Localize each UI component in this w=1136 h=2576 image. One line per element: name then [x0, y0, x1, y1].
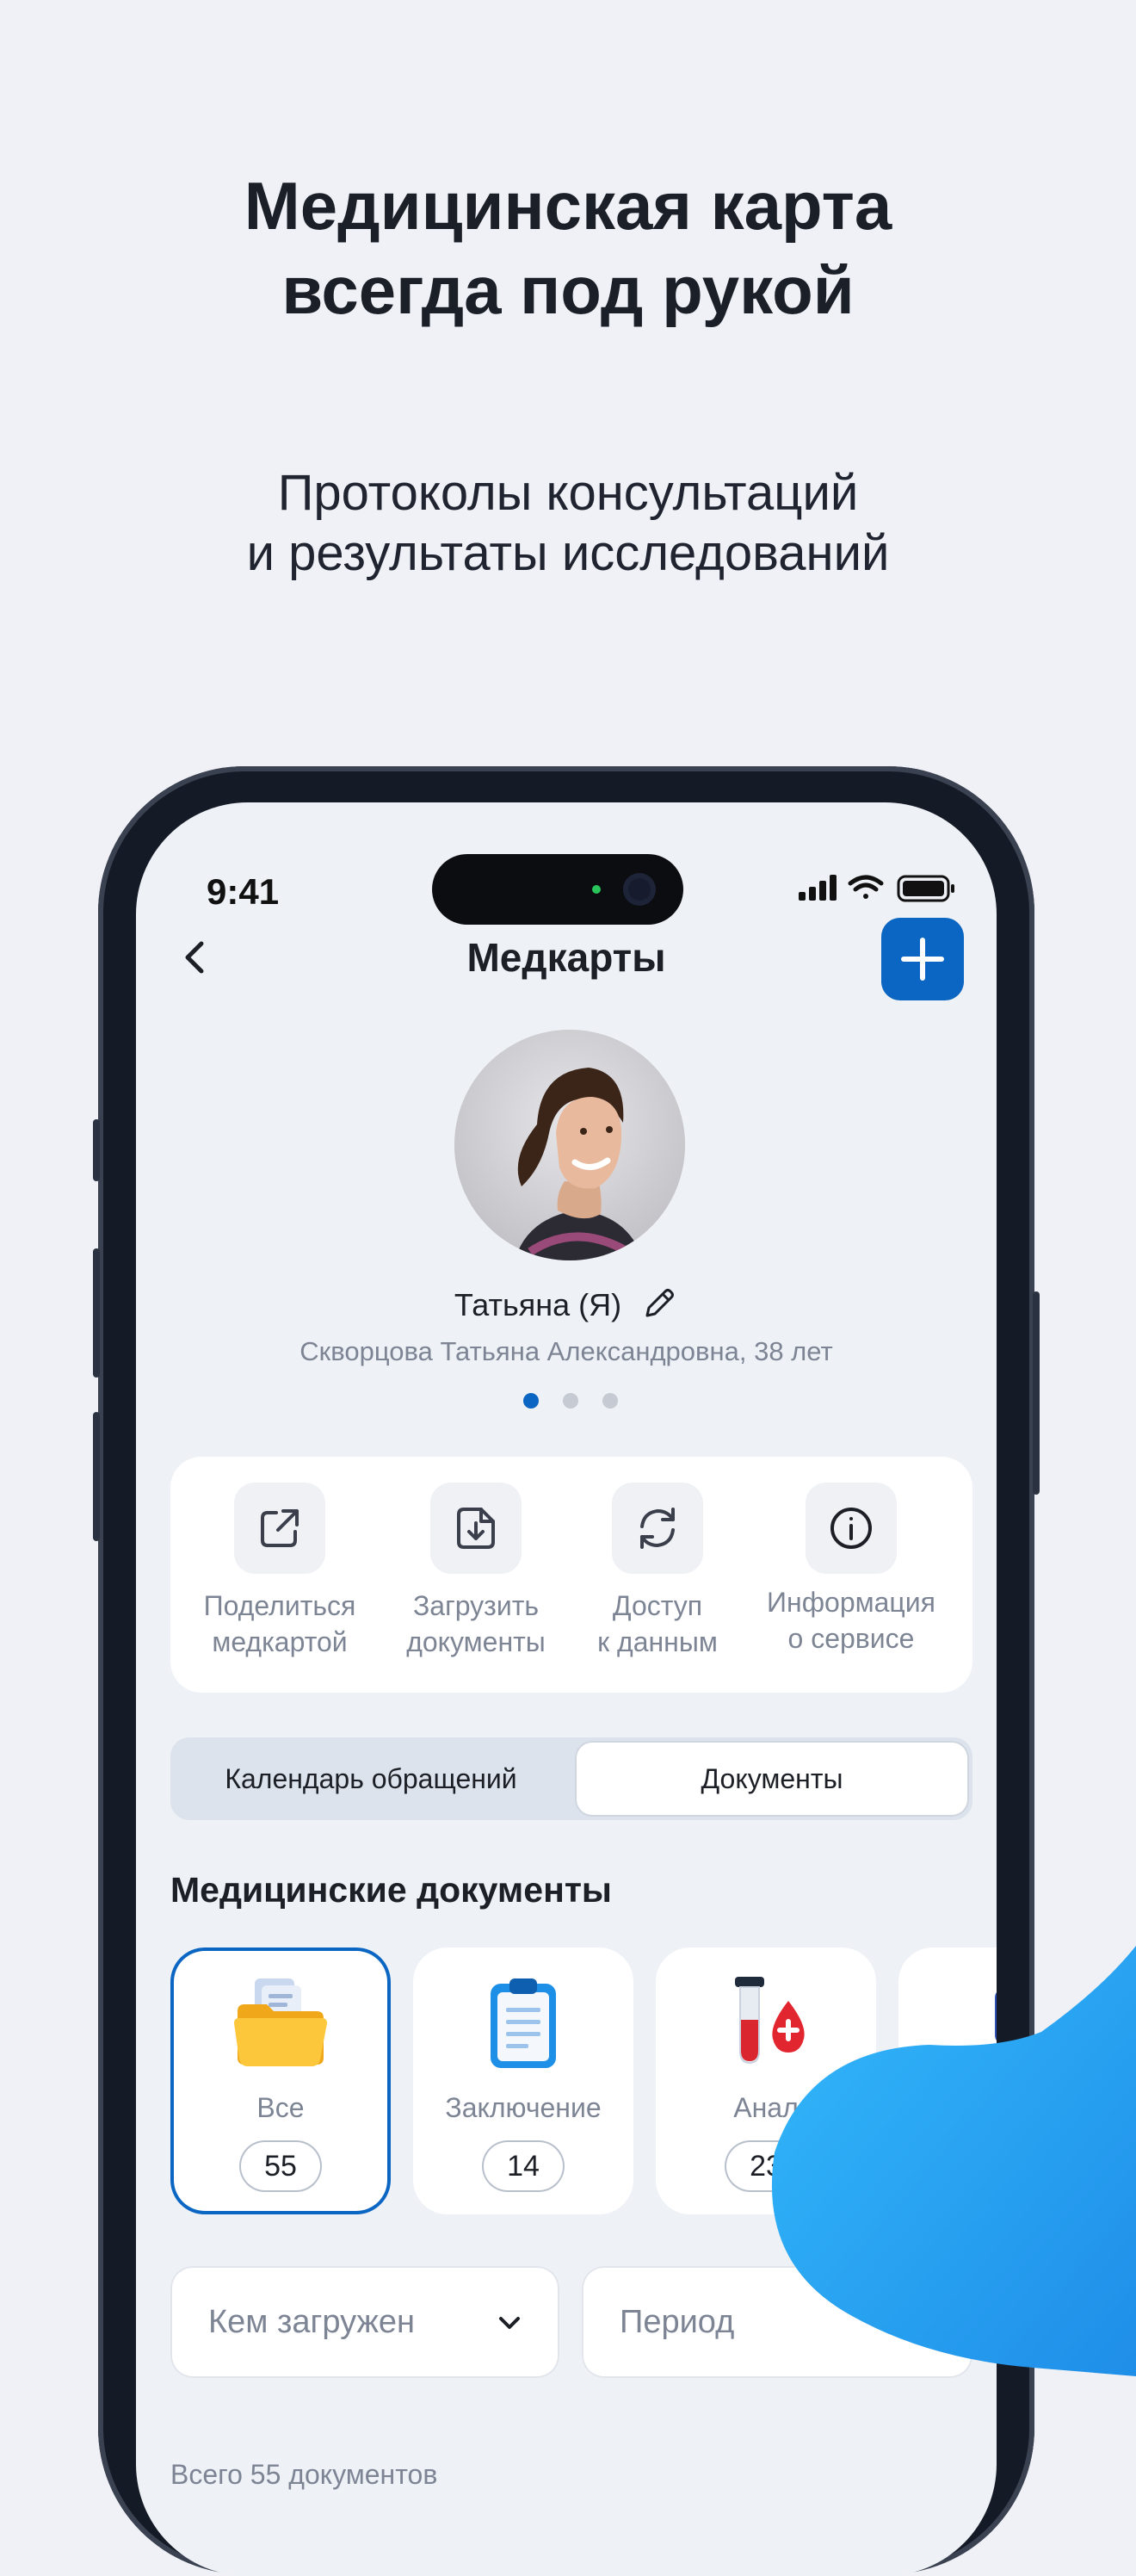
- share-icon: [234, 1483, 325, 1574]
- promo-headline-line-2: всегда под рукой: [281, 252, 855, 328]
- avatar-photo: [454, 1030, 685, 1260]
- upload-documents-action[interactable]: Загрузить документы: [377, 1483, 575, 1660]
- plus-icon: [901, 938, 944, 981]
- promo-subline-line-2: и результаты исследований: [246, 525, 890, 581]
- action-label-line: документы: [406, 1626, 546, 1657]
- service-info-label: Информация о сервисе: [752, 1584, 950, 1656]
- battery-icon: [897, 875, 954, 902]
- share-medcard-label: Поделиться медкартой: [181, 1588, 379, 1660]
- clipboard-icon: [491, 1978, 556, 2068]
- decorative-blob: [771, 1946, 1136, 2376]
- avatar[interactable]: [454, 1030, 685, 1260]
- share-medcard-action[interactable]: Поделиться медкартой: [181, 1483, 379, 1660]
- status-icons: [799, 875, 954, 902]
- documents-total: Всего 55 документов: [170, 2459, 438, 2490]
- action-label-line: Информация: [767, 1587, 935, 1618]
- status-time: 9:41: [207, 871, 280, 912]
- add-button[interactable]: [881, 918, 964, 1000]
- category-label: Все: [256, 2092, 305, 2123]
- data-access-label: Доступ к данным: [559, 1588, 756, 1660]
- page-dot[interactable]: [602, 1393, 618, 1409]
- section-title: Медицинские документы: [170, 1870, 612, 1910]
- promo-subline: Протоколы консультаций и результаты иссл…: [0, 463, 1136, 584]
- phone-volume-up-button: [93, 1248, 100, 1378]
- category-count: 55: [239, 2140, 322, 2192]
- promo-headline-line-1: Медицинская карта: [244, 168, 892, 244]
- action-label-line: Доступ: [612, 1590, 703, 1621]
- category-conclusion[interactable]: Заключение 14: [413, 1947, 633, 2214]
- uploaded-by-value: Кем загружен: [208, 2304, 416, 2340]
- chevron-down-icon: [499, 2317, 520, 2329]
- action-label-line: медкартой: [212, 1626, 348, 1657]
- category-count: 14: [482, 2140, 565, 2192]
- promo-headline: Медицинская карта всегда под рукой: [0, 164, 1136, 332]
- quick-actions-card: Поделиться медкартой Загрузить документы: [170, 1457, 972, 1693]
- phone-action-button: [93, 1119, 100, 1181]
- promo-subline-line-1: Протоколы консультаций: [277, 465, 859, 521]
- profile-name-row: Татьяна (Я): [136, 1285, 997, 1323]
- cellular-signal-icon: [799, 875, 837, 901]
- dynamic-island: [432, 854, 683, 925]
- camera-indicator-dot: [592, 885, 601, 894]
- action-label-line: Поделиться: [203, 1590, 356, 1621]
- view-segmented-control: Календарь обращений Документы: [170, 1737, 972, 1820]
- action-label-line: Загрузить: [412, 1590, 540, 1621]
- uploaded-by-select[interactable]: Кем загружен: [170, 2266, 559, 2378]
- upload-documents-label: Загрузить документы: [377, 1588, 575, 1660]
- profile-details: Скворцова Татьяна Александровна, 38 лет: [299, 1336, 833, 1366]
- sync-access-icon: [612, 1483, 703, 1574]
- tab-calendar[interactable]: Календарь обращений: [176, 1743, 566, 1815]
- page-dot-active[interactable]: [523, 1393, 539, 1409]
- info-icon: [806, 1483, 897, 1574]
- action-label-line: о сервисе: [787, 1623, 915, 1654]
- category-all[interactable]: Все 55: [170, 1947, 391, 2214]
- phone-volume-down-button: [93, 1412, 100, 1541]
- front-camera: [623, 873, 656, 906]
- edit-pencil-icon[interactable]: [640, 1285, 678, 1322]
- profile-name: Татьяна (Я): [454, 1287, 622, 1322]
- action-label-line: к данным: [597, 1626, 718, 1657]
- phone-power-button: [1033, 1291, 1040, 1495]
- period-value: Период: [620, 2304, 735, 2340]
- tab-documents[interactable]: Документы: [577, 1743, 967, 1815]
- wifi-icon: [848, 875, 884, 899]
- upload-document-icon: [430, 1483, 522, 1574]
- folder-icon: [234, 1978, 327, 2066]
- page-dot[interactable]: [563, 1393, 578, 1409]
- profile-page-dots: [523, 1393, 618, 1410]
- category-label: Заключение: [445, 2092, 602, 2123]
- data-access-action[interactable]: Доступ к данным: [559, 1483, 756, 1660]
- page-title: Медкарты: [466, 935, 666, 980]
- service-info-action[interactable]: Информация о сервисе: [752, 1483, 950, 1656]
